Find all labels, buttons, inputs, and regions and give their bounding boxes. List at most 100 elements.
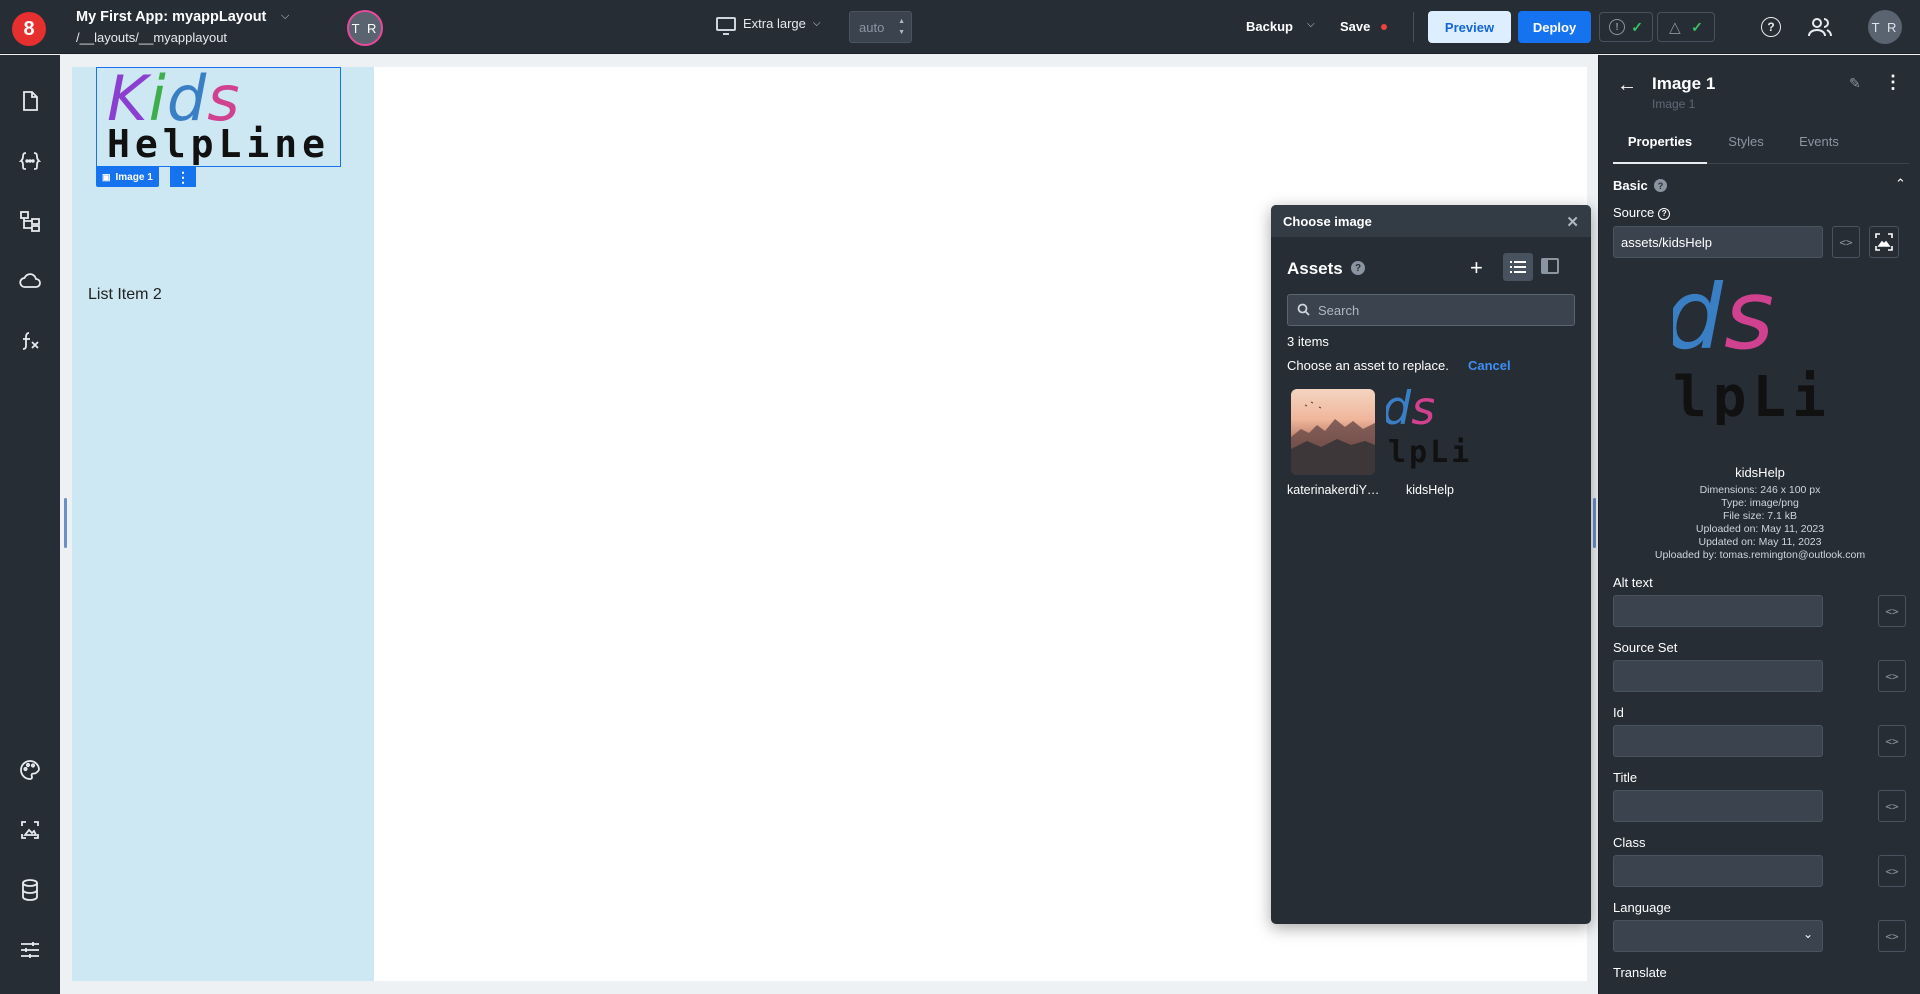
app-title[interactable]: My First App: myappLayout [76, 9, 266, 25]
page-icon[interactable] [18, 89, 42, 113]
collaborator-avatar[interactable]: T R [347, 10, 383, 46]
resize-handle-right[interactable] [1593, 498, 1596, 548]
thumb-logo-top: ds [1386, 389, 1436, 435]
cloud-icon[interactable] [18, 269, 42, 293]
settings-sliders-icon[interactable] [18, 938, 42, 962]
preview-logo-top: ds [1673, 280, 1774, 371]
tree-icon[interactable] [18, 209, 42, 233]
page-path: /__layouts/__myapplayout [76, 30, 228, 45]
sidebar-column[interactable]: Kids HelpLine ▣ Image 1 ⋮ List Item 2 [72, 62, 374, 981]
source-set-input[interactable] [1613, 660, 1823, 692]
search-input[interactable] [1318, 295, 1568, 325]
image-picker-button[interactable] [1869, 226, 1899, 258]
assets-title: Assets [1287, 259, 1343, 278]
resize-handle-left[interactable] [64, 498, 67, 548]
component-title: Image 1 [1652, 74, 1716, 93]
alt-text-input[interactable] [1613, 595, 1823, 627]
code-toggle-icon[interactable]: <> [1878, 920, 1906, 952]
id-input[interactable] [1613, 725, 1823, 757]
code-toggle-icon[interactable]: <> [1878, 660, 1906, 692]
save-button[interactable]: Save [1340, 19, 1370, 34]
asset-label: kidsHelp [1406, 483, 1454, 497]
section-basic[interactable]: Basic [1613, 178, 1648, 193]
back-arrow-icon[interactable]: ← [1617, 74, 1637, 97]
tab-styles[interactable]: Styles [1716, 134, 1776, 164]
database-icon[interactable] [18, 878, 42, 902]
zoom-input[interactable]: auto ▲ ▼ [849, 11, 912, 43]
close-icon[interactable]: ✕ [1566, 213, 1579, 231]
warnings-status[interactable]: △ ✓ [1657, 12, 1715, 42]
stepper-icon[interactable]: ▲ ▼ [898, 16, 905, 38]
asset-thumbnail-kidshelp[interactable]: ds lpLi [1386, 389, 1470, 475]
tab-properties[interactable]: Properties [1613, 134, 1707, 164]
device-selector[interactable]: Extra large ⌵ [716, 16, 821, 35]
chevron-down-icon[interactable]: ⌵ [1307, 19, 1315, 30]
language-label: Language [1613, 900, 1671, 915]
translate-label: Translate [1613, 965, 1667, 980]
code-toggle-icon[interactable]: <> [1878, 595, 1906, 627]
image-library-icon[interactable] [18, 818, 42, 842]
add-icon[interactable]: + [1470, 255, 1483, 281]
list-view-button[interactable] [1503, 253, 1533, 281]
code-toggle-icon[interactable]: <> [1832, 226, 1860, 258]
property-tabs: Properties Styles Events [1613, 134, 1909, 164]
chevron-down-icon: ⌄ [1802, 927, 1813, 941]
user-avatar[interactable]: T R [1868, 10, 1902, 44]
help-icon[interactable]: ? [1658, 208, 1671, 220]
code-toggle-icon[interactable]: <> [1878, 790, 1906, 822]
class-label: Class [1613, 835, 1646, 850]
title-input[interactable] [1613, 790, 1823, 822]
cancel-link[interactable]: Cancel [1468, 358, 1511, 373]
tab-events[interactable]: Events [1789, 134, 1849, 164]
image-tag[interactable]: ▣ Image 1 [96, 167, 159, 187]
app-logo[interactable]: 8 [12, 12, 46, 46]
deploy-button[interactable]: Deploy [1518, 11, 1591, 43]
class-input[interactable] [1613, 855, 1823, 887]
users-icon[interactable] [1808, 15, 1832, 39]
image-picker-icon [1875, 233, 1893, 251]
list-item[interactable]: List Item 2 [88, 286, 162, 304]
pencil-icon[interactable]: ✎ [1849, 75, 1861, 92]
kebab-menu-icon[interactable]: ⋮ [170, 167, 196, 187]
variables-icon[interactable] [18, 149, 42, 173]
chevron-down-icon: ⌵ [812, 18, 821, 29]
image-tag-label: Image 1 [115, 171, 153, 183]
source-input[interactable]: assets/kidsHelp [1613, 226, 1823, 258]
unsaved-indicator [1381, 24, 1387, 30]
backup-button[interactable]: Backup [1246, 19, 1293, 34]
asset-thumbnail-landscape[interactable] [1291, 389, 1375, 475]
landscape-image [1291, 401, 1375, 475]
image-1-selected[interactable]: Kids HelpLine [96, 62, 341, 167]
image-icon: ▣ [102, 171, 111, 182]
function-icon[interactable] [18, 329, 42, 353]
dialog-title: Choose image [1283, 213, 1372, 229]
help-icon[interactable]: ? [1654, 179, 1667, 192]
alt-text-label: Alt text [1613, 575, 1653, 590]
thumb-logo-bottom: lpLi [1388, 435, 1470, 470]
palette-icon[interactable] [18, 758, 42, 782]
preview-button[interactable]: Preview [1428, 11, 1511, 43]
chevron-up-icon[interactable]: ⌃ [1895, 176, 1906, 192]
code-toggle-icon[interactable]: <> [1878, 725, 1906, 757]
search-icon [1297, 303, 1310, 316]
help-icon[interactable]: ? [1351, 261, 1365, 275]
helpline-text: HelpLine [107, 122, 331, 166]
top-bar: 8 My First App: myappLayout ⌵ /__layouts… [0, 0, 1920, 54]
check-icon: ✓ [1631, 18, 1643, 35]
warning-icon: △ [1669, 19, 1681, 36]
kebab-menu-icon[interactable]: ⋮ [1884, 72, 1902, 93]
zoom-value: auto [859, 20, 885, 35]
asset-dimensions: Dimensions: 246 x 100 px [1699, 484, 1821, 496]
error-icon: ! [1609, 19, 1626, 35]
chevron-down-icon[interactable]: ⌵ [281, 10, 289, 23]
help-icon[interactable]: ? [1761, 17, 1781, 37]
title-label: Title [1613, 770, 1638, 785]
language-select[interactable]: ⌄ [1613, 920, 1823, 952]
panel-view-icon[interactable] [1541, 258, 1559, 274]
id-label: Id [1613, 705, 1624, 720]
errors-status[interactable]: ! ✓ [1599, 12, 1653, 42]
code-toggle-icon[interactable]: <> [1878, 855, 1906, 887]
image-preview: ds lpLi [1673, 280, 1837, 425]
asset-search[interactable] [1287, 294, 1575, 326]
asset-type: Type: image/png [1721, 497, 1799, 509]
